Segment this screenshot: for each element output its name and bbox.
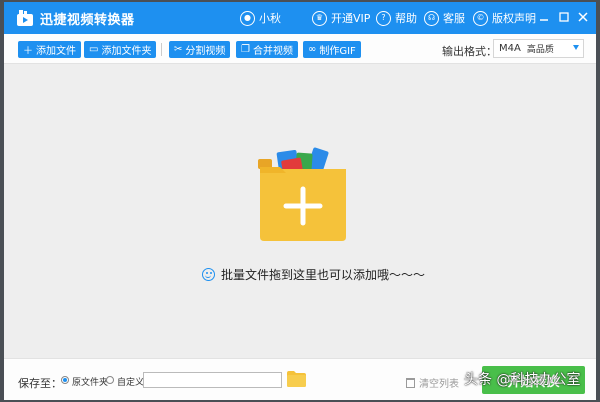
- headset-icon: ☊: [424, 10, 439, 26]
- save-to-label: 保存至：: [18, 377, 62, 390]
- toolbar-divider: [161, 43, 162, 56]
- drop-hint-text: 批量文件拖到这里也可以添加哦～～～: [221, 268, 426, 282]
- app-logo-icon: [17, 10, 33, 26]
- output-format-select[interactable]: M4A 高品质: [493, 39, 584, 58]
- split-video-button[interactable]: ✂ 分割视频: [169, 41, 231, 58]
- merge-video-button[interactable]: ❐ 合并视频: [236, 41, 298, 58]
- service-label: 客服: [443, 12, 465, 25]
- chevron-down-icon: [573, 45, 579, 50]
- add-folder-label: 添加文件夹: [101, 46, 152, 57]
- make-gif-label: 制作GIF: [319, 46, 356, 57]
- make-gif-button[interactable]: ∞ 制作GIF: [303, 41, 361, 58]
- user-name: 小秋: [259, 12, 281, 25]
- help-label: 帮助: [395, 12, 417, 25]
- minimize-button[interactable]: [536, 9, 552, 25]
- original-folder-label: 原文件夹: [72, 378, 109, 388]
- service-button[interactable]: ☊ 客服: [424, 10, 465, 26]
- title-bar: 迅捷视频转换器 ● 小秋 ♛ 开通VIP ? 帮助 ☊ 客服 © 版权声明: [4, 2, 596, 34]
- copyright-icon: ©: [473, 10, 488, 26]
- browse-folder-icon[interactable]: [287, 371, 306, 387]
- output-format-label: 输出格式：: [442, 45, 497, 58]
- clear-list-button[interactable]: 清空列表: [406, 375, 459, 390]
- add-folder-button[interactable]: ▭ 添加文件夹: [84, 41, 157, 58]
- close-button[interactable]: [575, 9, 591, 25]
- custom-folder-radio[interactable]: [106, 376, 114, 384]
- close-icon: [578, 12, 588, 22]
- original-folder-radio[interactable]: [61, 376, 69, 384]
- app-window: 迅捷视频转换器 ● 小秋 ♛ 开通VIP ? 帮助 ☊ 客服 © 版权声明 ＋ …: [4, 2, 596, 400]
- scissors-icon: ✂: [174, 44, 183, 55]
- vip-button[interactable]: ♛ 开通VIP: [312, 10, 370, 26]
- clear-list-label: 清空列表: [419, 379, 459, 390]
- help-icon: ?: [376, 10, 391, 26]
- plus-icon: ＋: [23, 46, 33, 57]
- output-path-input[interactable]: [143, 372, 282, 388]
- vip-label: 开通VIP: [331, 12, 371, 25]
- folder-icon: ▭: [89, 44, 99, 55]
- add-file-button[interactable]: ＋ 添加文件: [18, 41, 81, 58]
- help-button[interactable]: ? 帮助: [376, 10, 417, 26]
- split-video-label: 分割视频: [185, 46, 226, 57]
- watermark-text: 头条 @科技办公室: [464, 372, 581, 388]
- link-icon: ∞: [308, 44, 317, 55]
- toolbar: ＋ 添加文件 ▭ 添加文件夹 ✂ 分割视频 ❐ 合并视频 ∞ 制作GIF 输出格…: [4, 34, 596, 64]
- minimize-icon: [540, 19, 548, 21]
- copyright-button[interactable]: © 版权声明: [473, 10, 536, 26]
- vip-crown-icon: ♛: [312, 10, 327, 26]
- format-quality: 高品质: [526, 45, 554, 55]
- merge-video-label: 合并视频: [252, 46, 293, 57]
- app-title: 迅捷视频转换器: [40, 13, 135, 28]
- custom-folder-label: 自定义: [117, 378, 145, 388]
- user-icon: ●: [240, 10, 255, 26]
- add-file-label: 添加文件: [36, 46, 76, 57]
- copyright-label: 版权声明: [492, 12, 536, 25]
- merge-icon: ❐: [241, 44, 250, 55]
- maximize-icon: [559, 12, 569, 22]
- smile-icon: [202, 268, 215, 281]
- drop-hint: 批量文件拖到这里也可以添加哦～～～: [202, 266, 425, 283]
- user-menu[interactable]: ● 小秋: [240, 10, 281, 26]
- maximize-button[interactable]: [556, 9, 572, 25]
- format-value: M4A: [499, 43, 521, 54]
- trash-icon: [406, 377, 415, 388]
- add-files-folder-icon[interactable]: [256, 147, 350, 243]
